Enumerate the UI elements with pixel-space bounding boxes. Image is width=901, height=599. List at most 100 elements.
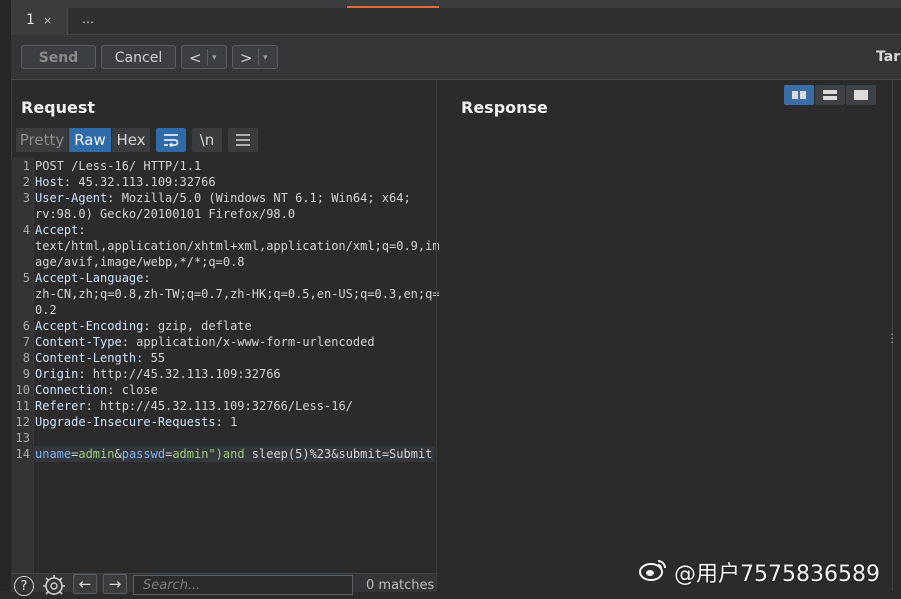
tab-pretty[interactable]: Pretty	[16, 128, 68, 152]
split-horizontal-icon[interactable]	[784, 85, 814, 105]
header-value: text/html,application/xhtml+xml,applicat…	[35, 239, 440, 253]
request-line: Content-Type: application/x-www-form-url…	[35, 334, 375, 350]
request-line: Accept-Encoding: gzip, deflate	[35, 318, 252, 334]
header-value: POST /Less-16/ HTTP/1.1	[35, 159, 202, 173]
line-number: 5	[22, 271, 30, 285]
request-line: Referer: http://45.32.113.109:32766/Less…	[35, 398, 353, 414]
body-segment: passwd	[121, 447, 166, 461]
header-value: : close	[107, 383, 158, 397]
line-number: 7	[22, 335, 30, 349]
request-line: Host: 45.32.113.109:32766	[35, 174, 216, 190]
line-number: 13	[15, 431, 30, 445]
chevron-left-icon: <	[189, 49, 202, 67]
header-value: : http://45.32.113.109:32766/Less-16/	[85, 399, 353, 413]
request-line: zh-CN,zh;q=0.8,zh-TW;q=0.7,zh-HK;q=0.5,e…	[35, 286, 440, 302]
header-name: Accept-Encoding	[35, 319, 144, 333]
pane-divider[interactable]	[436, 80, 437, 591]
request-line: 0.2	[35, 302, 57, 318]
response-title: Response	[461, 98, 548, 117]
request-line: age/avif,image/webp,*/*;q=0.8	[35, 254, 245, 270]
line-number: 9	[22, 367, 30, 381]
watermark: @用户7575836589	[638, 556, 880, 588]
line-number: 4	[22, 223, 30, 237]
tab-label: 1	[26, 12, 35, 28]
gear-icon[interactable]	[41, 573, 67, 599]
chevron-down-icon[interactable]: ▾	[263, 46, 268, 70]
line-number: 10	[15, 383, 30, 397]
history-back-button[interactable]: < ▾	[181, 45, 227, 69]
header-value: : http://45.32.113.109:32766	[78, 367, 281, 381]
search-input[interactable]: Search...	[133, 575, 353, 595]
header-name: Accept-Language	[35, 271, 144, 285]
help-icon[interactable]: ?	[14, 576, 34, 596]
separator	[207, 49, 208, 65]
request-line: Accept-Language:	[35, 270, 151, 286]
show-newlines-button[interactable]: \n	[192, 128, 222, 152]
header-name: Host	[35, 175, 64, 189]
header-name: User-Agent	[35, 191, 108, 205]
separator	[258, 49, 259, 65]
weibo-logo-icon	[638, 559, 668, 587]
top-strip	[0, 0, 901, 8]
close-icon[interactable]: ×	[43, 14, 52, 27]
request-body-line: uname=admin&passwd=admin")and sleep(5)%2…	[35, 446, 432, 462]
watermark-text: @用户7575836589	[674, 562, 880, 587]
send-button[interactable]: Send	[21, 45, 96, 69]
body-segment: &	[114, 447, 122, 461]
header-value: 0.2	[35, 303, 57, 317]
body-segment: admin")and	[172, 447, 245, 461]
header-name: Connection	[35, 383, 108, 397]
line-number: 6	[22, 319, 30, 333]
cancel-button[interactable]: Cancel	[101, 45, 176, 69]
header-value: : 45.32.113.109:32766	[63, 175, 216, 189]
header-name: Accept	[35, 223, 79, 237]
line-number: 1	[22, 159, 30, 173]
header-value: : gzip, deflate	[143, 319, 252, 333]
line-number: 12	[15, 415, 30, 429]
line-number: 3	[22, 191, 30, 205]
request-line: POST /Less-16/ HTTP/1.1	[35, 158, 201, 174]
header-name: Origin	[35, 367, 79, 381]
body-segment: admin	[78, 447, 115, 461]
header-value: : application/x-www-form-urlencoded	[121, 335, 375, 349]
search-next-button[interactable]: →	[103, 574, 127, 594]
request-title: Request	[21, 98, 96, 117]
header-value: zh-CN,zh;q=0.8,zh-TW;q=0.7,zh-HK;q=0.5,e…	[35, 287, 440, 301]
line-number: 14	[15, 447, 30, 461]
chevron-down-icon[interactable]: ▾	[212, 46, 217, 70]
request-line: Origin: http://45.32.113.109:32766	[35, 366, 281, 382]
header-value: rv:98.0) Gecko/20100101 Firefox/98.0	[35, 207, 296, 221]
tab-more-button[interactable]: …	[82, 12, 94, 26]
tab-raw[interactable]: Raw	[69, 128, 111, 152]
line-number: 8	[22, 351, 30, 365]
menu-icon[interactable]	[228, 128, 258, 152]
single-pane-icon[interactable]	[846, 85, 876, 105]
request-line: text/html,application/xhtml+xml,applicat…	[35, 238, 440, 254]
tab-1[interactable]: 1 ×	[11, 8, 68, 35]
split-vertical-icon[interactable]	[815, 85, 845, 105]
header-value: :	[143, 271, 151, 285]
chevron-right-icon: >	[240, 49, 253, 67]
response-viewer[interactable]	[447, 157, 889, 591]
tab-hex[interactable]: Hex	[112, 128, 150, 152]
header-name: Content-Type	[35, 335, 122, 349]
header-value: : 1	[215, 415, 238, 429]
line-number: 2	[22, 175, 30, 189]
target-label[interactable]: Targ	[876, 49, 901, 65]
wrap-icon[interactable]	[156, 128, 186, 152]
header-name: Referer	[35, 399, 86, 413]
history-forward-button[interactable]: > ▾	[232, 45, 278, 69]
body-segment: sleep(5)%23&submit=Submit	[244, 447, 433, 461]
header-value: : 55	[136, 351, 166, 365]
header-value: : Mozilla/5.0 (Windows NT 6.1; Win64; x6…	[107, 191, 411, 205]
request-line: Content-Length: 55	[35, 350, 165, 366]
header-name: Upgrade-Insecure-Requests	[35, 415, 216, 429]
header-value: age/avif,image/webp,*/*;q=0.8	[35, 255, 245, 269]
header-value: :	[78, 223, 86, 237]
tab-bar	[11, 8, 901, 35]
search-prev-button[interactable]: ←	[73, 574, 97, 594]
line-number: 11	[15, 399, 30, 413]
header-name: Content-Length	[35, 351, 137, 365]
request-line: Accept:	[35, 222, 86, 238]
request-line: Connection: close	[35, 382, 158, 398]
